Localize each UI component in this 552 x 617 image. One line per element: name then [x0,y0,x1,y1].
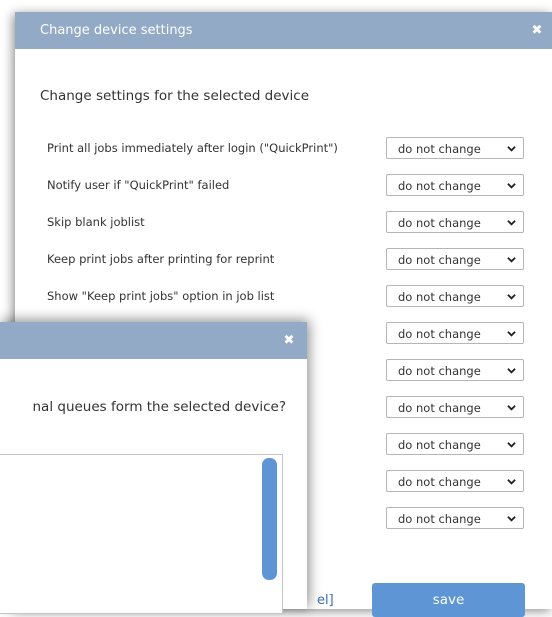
chevron-down-icon [507,146,516,152]
setting-select[interactable]: do not change [386,433,524,455]
chevron-down-icon [507,516,516,522]
chevron-down-icon [507,220,516,226]
dialog-titlebar: Change device settings [15,12,552,49]
setting-select-value: do not change [398,364,481,378]
setting-label: Keep print jobs after printing for repri… [47,252,275,266]
setting-select[interactable]: do not change [386,322,524,344]
setting-select[interactable]: do not change [386,248,524,270]
chevron-down-icon [507,368,516,374]
chevron-down-icon [507,331,516,337]
setting-select[interactable]: do not change [386,507,524,529]
setting-select-value: do not change [398,142,481,156]
queue-list[interactable] [0,454,283,614]
scrollbar-thumb[interactable] [262,458,277,580]
setting-select-value: do not change [398,290,481,304]
setting-select[interactable]: do not change [386,211,524,233]
setting-select-value: do not change [398,179,481,193]
setting-label: Print all jobs immediately after login (… [47,141,338,155]
cancel-link[interactable]: el] [317,593,334,608]
close-icon[interactable]: ✖ [281,322,297,359]
setting-label: Skip blank joblist [47,215,145,229]
setting-label: Notify user if "QuickPrint" failed [47,178,230,192]
save-button[interactable]: save [372,583,525,617]
close-icon[interactable]: ✖ [529,12,545,49]
setting-select-value: do not change [398,512,481,526]
setting-select-value: do not change [398,475,481,489]
dialog-heading: Change settings for the selected device [40,88,310,104]
setting-select-value: do not change [398,438,481,452]
chevron-down-icon [507,405,516,411]
setting-select[interactable]: do not change [386,396,524,418]
setting-select-value: do not change [398,216,481,230]
setting-select[interactable]: do not change [386,470,524,492]
confirm-question: nal queues form the selected device? [32,399,287,415]
setting-select-value: do not change [398,401,481,415]
setting-select[interactable]: do not change [386,359,524,381]
setting-select[interactable]: do not change [386,285,524,307]
setting-select-value: do not change [398,253,481,267]
chevron-down-icon [507,257,516,263]
chevron-down-icon [507,442,516,448]
front-dialog-titlebar [0,322,307,359]
chevron-down-icon [507,294,516,300]
setting-select[interactable]: do not change [386,137,524,159]
setting-select-value: do not change [398,327,481,341]
chevron-down-icon [507,479,516,485]
remove-queues-dialog: ✖ nal queues form the selected device? [0,322,307,614]
dialog-title: Change device settings [40,23,193,38]
setting-select[interactable]: do not change [386,174,524,196]
chevron-down-icon [507,183,516,189]
setting-label: Show "Keep print jobs" option in job lis… [47,289,275,303]
